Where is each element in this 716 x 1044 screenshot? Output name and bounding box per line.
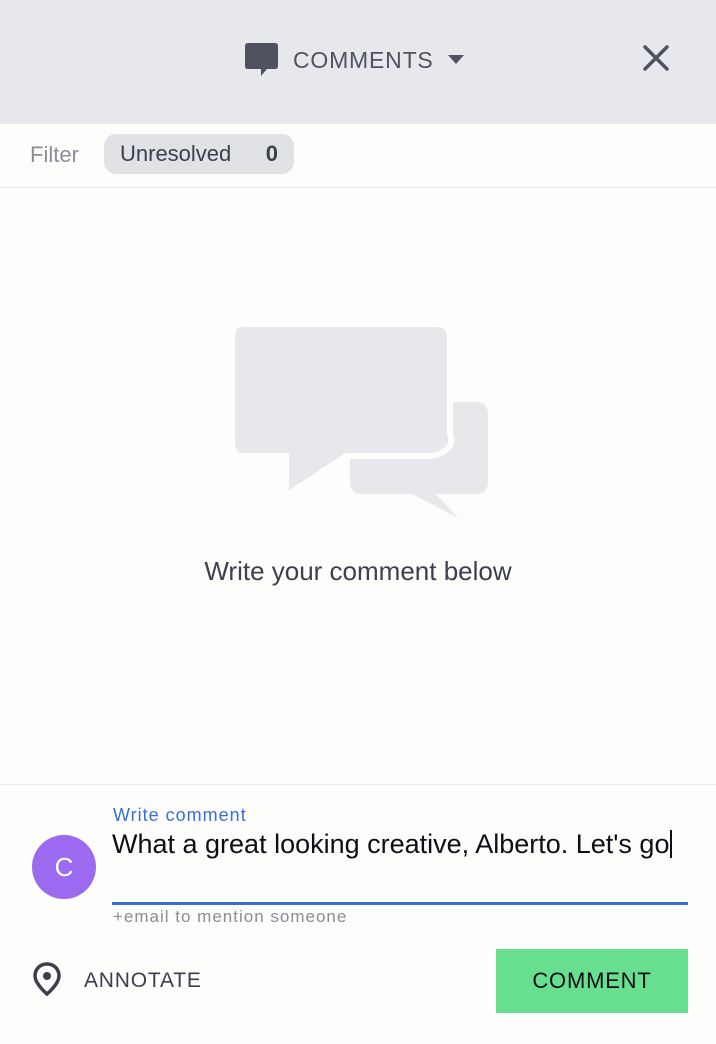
- comment-input[interactable]: What a great looking creative, Alberto. …: [112, 825, 688, 905]
- comments-dropdown[interactable]: COMMENTS: [245, 42, 464, 78]
- close-button[interactable]: [638, 42, 674, 78]
- comment-input-text: What a great looking creative, Alberto. …: [112, 829, 670, 859]
- empty-state: Write your comment below: [0, 188, 716, 784]
- comments-header: COMMENTS: [0, 0, 716, 124]
- mention-helper-text: +email to mention someone: [113, 907, 348, 926]
- location-pin-icon: [32, 961, 62, 1001]
- text-cursor: [670, 830, 673, 858]
- filter-bar: Filter Unresolved 0: [0, 124, 716, 188]
- filter-chip-count: 0: [265, 141, 278, 166]
- filter-label: Filter: [30, 142, 79, 167]
- empty-state-message: Write your comment below: [204, 556, 512, 586]
- avatar: C: [32, 835, 96, 899]
- close-icon: [642, 44, 670, 77]
- annotate-label: ANNOTATE: [84, 969, 202, 992]
- comment-submit-button[interactable]: COMMENT: [496, 949, 688, 1013]
- panel-title: COMMENTS: [293, 46, 434, 73]
- comment-composer: C Write comment What a great looking cre…: [0, 784, 716, 1044]
- annotate-button[interactable]: ANNOTATE: [32, 961, 202, 1001]
- chat-bubbles-icon: [229, 321, 490, 525]
- comment-field-label: Write comment: [113, 805, 247, 825]
- caret-down-icon: [447, 55, 464, 65]
- filter-chip-unresolved[interactable]: Unresolved 0: [104, 134, 294, 174]
- filter-chip-label: Unresolved: [120, 141, 232, 166]
- comment-icon: [245, 43, 278, 77]
